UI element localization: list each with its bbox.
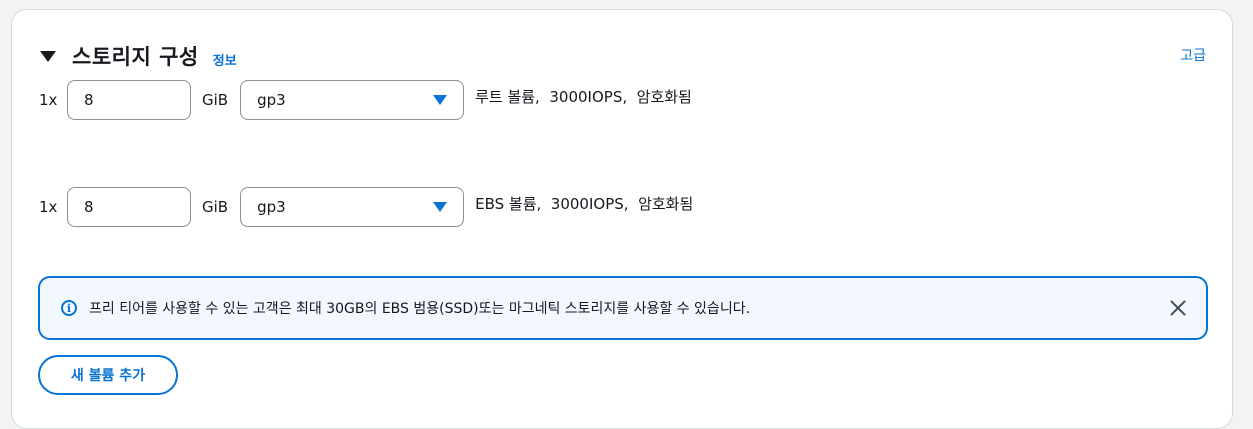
volume-quantity: 1x — [39, 91, 58, 109]
volume-type-select[interactable]: gp3 — [240, 80, 465, 120]
volume-size-unit: GiB — [202, 198, 229, 216]
storage-config-panel: 스토리지 구성 정보 고급 1x GiB gp3 루트 볼륨, 3000IOPS… — [11, 9, 1233, 429]
volume-size-unit: GiB — [202, 91, 229, 109]
volume-type-value: gp3 — [257, 198, 286, 216]
caret-down-icon — [433, 202, 448, 212]
volume-type-select[interactable]: gp3 — [240, 187, 465, 227]
volume-quantity: 1x — [39, 198, 58, 216]
section-title: 스토리지 구성 — [72, 45, 199, 69]
volume-size-input[interactable] — [67, 187, 191, 227]
add-volume-button[interactable]: 새 볼륨 추가 — [38, 355, 178, 395]
volume-description: EBS 볼륨, 3000IOPS, 암호화됨 — [475, 194, 694, 213]
caret-down-icon — [433, 95, 448, 105]
volume-size-input[interactable] — [67, 80, 191, 120]
caret-down-icon[interactable] — [40, 50, 56, 62]
alert-text: 프리 티어를 사용할 수 있는 고객은 최대 30GB의 EBS 범용(SSD)… — [89, 301, 751, 317]
volume-description: 루트 볼륨, 3000IOPS, 암호화됨 — [475, 87, 692, 106]
close-icon[interactable] — [1168, 298, 1188, 318]
advanced-link[interactable]: 고급 — [1180, 45, 1206, 65]
volume-type-value: gp3 — [257, 91, 286, 109]
volume-row-root: 1x GiB gp3 루트 볼륨, 3000IOPS, 암호화됨 — [39, 80, 692, 120]
info-icon: i — [61, 300, 77, 316]
info-link[interactable]: 정보 — [213, 50, 237, 69]
volume-row-ebs: 1x GiB gp3 EBS 볼륨, 3000IOPS, 암호화됨 — [39, 187, 693, 227]
free-tier-alert: i 프리 티어를 사용할 수 있는 고객은 최대 30GB의 EBS 범용(SS… — [38, 276, 1208, 340]
section-header[interactable]: 스토리지 구성 정보 — [40, 40, 237, 72]
